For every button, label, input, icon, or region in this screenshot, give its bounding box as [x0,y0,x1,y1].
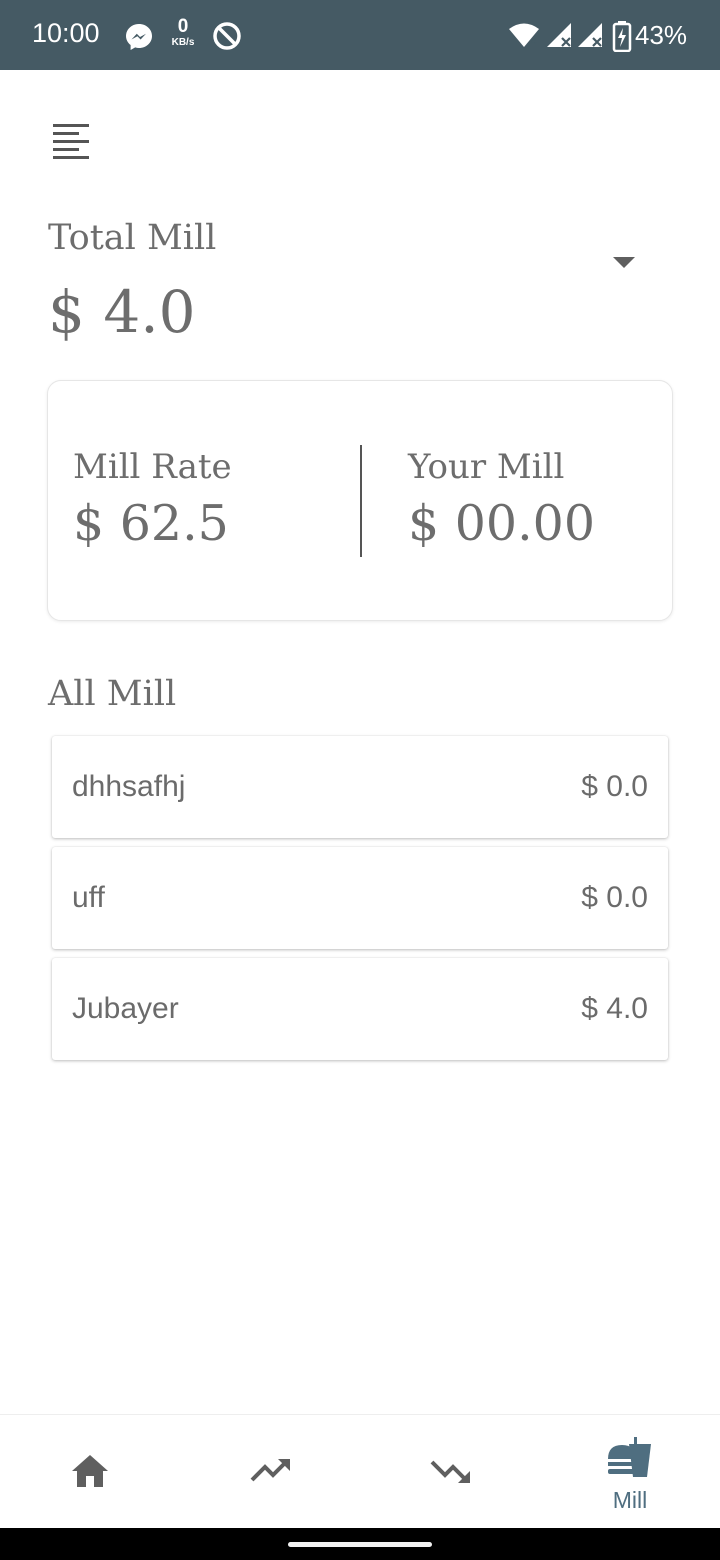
trending-up-icon [250,1459,290,1482]
status-time: 10:00 [32,18,100,48]
network-speed: 0 KB/s [167,17,199,53]
your-mill-value: $ 00.00 [408,495,596,552]
total-mill-label: Total Mill [48,218,217,258]
list-item[interactable]: dhhsafhj $ 0.0 [52,736,668,838]
total-mill-value: $ 4.0 [48,278,196,346]
menu-lines-icon [53,124,89,159]
home-icon [72,1455,108,1487]
messenger-icon [126,24,152,50]
mill-rate-value: $ 62.5 [73,495,229,552]
all-mill-title: All Mill [48,674,177,714]
mill-rate-label: Mill Rate [73,447,232,487]
battery-percent: 43% [635,20,688,50]
signal-icon-2 [578,23,602,47]
your-mill-label: Your Mill [408,447,565,487]
card-divider [360,445,362,557]
nav-mill[interactable]: Mill [540,1415,720,1529]
status-bar: 10:00 0 KB/s 4 43% [0,0,720,70]
dropdown-arrow-icon [613,257,635,268]
list-item-name: uff [72,881,105,914]
dropdown-button[interactable] [606,248,642,276]
system-navigation-bar [0,1528,720,1560]
battery-charging-icon [612,21,632,52]
list-item[interactable]: Jubayer $ 4.0 [52,958,668,1060]
nav-income[interactable] [180,1415,360,1529]
data-saver-icon [213,22,241,50]
nav-mill-label: Mill [612,1487,648,1513]
mill-summary-card: Mill Rate $ 62.5 Your Mill $ 00.00 [47,380,673,621]
trending-down-icon [430,1460,470,1483]
nav-expense[interactable] [360,1415,540,1529]
network-speed-unit: KB/s [171,37,195,48]
list-item[interactable]: uff $ 0.0 [52,847,668,949]
wifi-icon: 4 [509,23,539,47]
network-type-label: 4 [531,35,537,47]
network-speed-value: 0 [177,16,189,37]
menu-button[interactable] [50,120,94,164]
bottom-navigation: Mill [0,1414,720,1528]
list-item-amount: $ 0.0 [581,881,648,914]
signal-icon [547,23,571,47]
food-icon [608,1437,651,1477]
home-gesture-handle[interactable] [288,1542,432,1547]
list-item-amount: $ 0.0 [581,770,648,803]
list-item-amount: $ 4.0 [581,992,648,1025]
list-item-name: Jubayer [72,992,179,1025]
list-item-name: dhhsafhj [72,770,186,803]
nav-home[interactable] [0,1415,180,1529]
